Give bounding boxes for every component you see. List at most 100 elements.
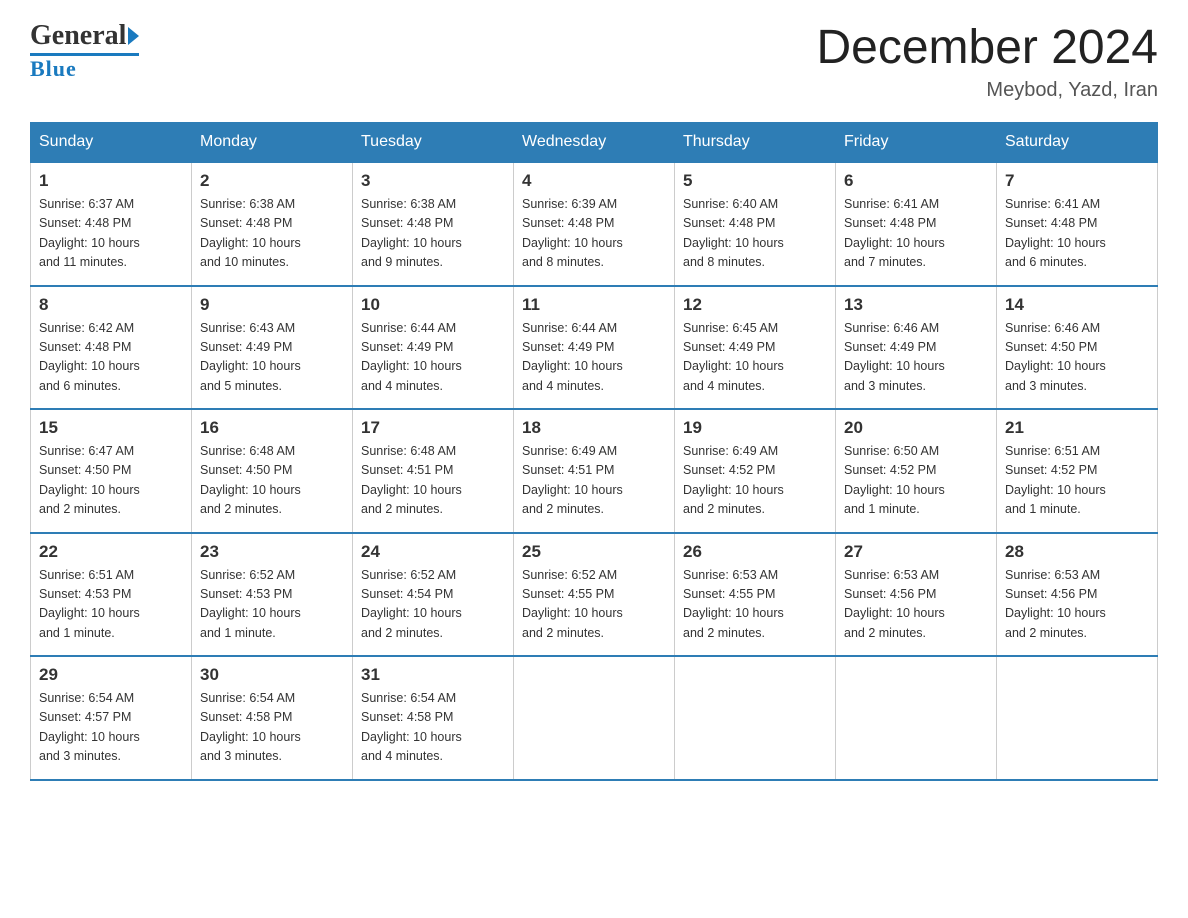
day-info: Sunrise: 6:53 AM Sunset: 4:56 PM Dayligh…	[844, 566, 988, 644]
day-number: 16	[200, 418, 344, 438]
calendar-cell: 26 Sunrise: 6:53 AM Sunset: 4:55 PM Dayl…	[675, 533, 836, 657]
day-info: Sunrise: 6:48 AM Sunset: 4:50 PM Dayligh…	[200, 442, 344, 520]
weekday-header-saturday: Saturday	[997, 123, 1158, 163]
day-info: Sunrise: 6:51 AM Sunset: 4:52 PM Dayligh…	[1005, 442, 1149, 520]
day-info: Sunrise: 6:52 AM Sunset: 4:54 PM Dayligh…	[361, 566, 505, 644]
calendar-cell: 27 Sunrise: 6:53 AM Sunset: 4:56 PM Dayl…	[836, 533, 997, 657]
day-info: Sunrise: 6:43 AM Sunset: 4:49 PM Dayligh…	[200, 319, 344, 397]
calendar-cell: 7 Sunrise: 6:41 AM Sunset: 4:48 PM Dayli…	[997, 162, 1158, 286]
calendar-cell: 11 Sunrise: 6:44 AM Sunset: 4:49 PM Dayl…	[514, 286, 675, 410]
calendar-week-5: 29 Sunrise: 6:54 AM Sunset: 4:57 PM Dayl…	[31, 656, 1158, 780]
day-number: 27	[844, 542, 988, 562]
day-info: Sunrise: 6:40 AM Sunset: 4:48 PM Dayligh…	[683, 195, 827, 273]
weekday-header-friday: Friday	[836, 123, 997, 163]
day-info: Sunrise: 6:49 AM Sunset: 4:51 PM Dayligh…	[522, 442, 666, 520]
calendar-week-4: 22 Sunrise: 6:51 AM Sunset: 4:53 PM Dayl…	[31, 533, 1158, 657]
calendar-cell: 10 Sunrise: 6:44 AM Sunset: 4:49 PM Dayl…	[353, 286, 514, 410]
day-number: 12	[683, 295, 827, 315]
calendar-cell: 8 Sunrise: 6:42 AM Sunset: 4:48 PM Dayli…	[31, 286, 192, 410]
calendar-cell: 2 Sunrise: 6:38 AM Sunset: 4:48 PM Dayli…	[192, 162, 353, 286]
day-info: Sunrise: 6:42 AM Sunset: 4:48 PM Dayligh…	[39, 319, 183, 397]
day-number: 4	[522, 171, 666, 191]
calendar-cell	[836, 656, 997, 780]
day-number: 20	[844, 418, 988, 438]
calendar-cell	[514, 656, 675, 780]
calendar-cell: 15 Sunrise: 6:47 AM Sunset: 4:50 PM Dayl…	[31, 409, 192, 533]
weekday-header-thursday: Thursday	[675, 123, 836, 163]
calendar-cell: 17 Sunrise: 6:48 AM Sunset: 4:51 PM Dayl…	[353, 409, 514, 533]
day-number: 13	[844, 295, 988, 315]
day-number: 21	[1005, 418, 1149, 438]
calendar-week-1: 1 Sunrise: 6:37 AM Sunset: 4:48 PM Dayli…	[31, 162, 1158, 286]
day-info: Sunrise: 6:37 AM Sunset: 4:48 PM Dayligh…	[39, 195, 183, 273]
location: Meybod, Yazd, Iran	[816, 79, 1158, 102]
day-info: Sunrise: 6:41 AM Sunset: 4:48 PM Dayligh…	[844, 195, 988, 273]
day-info: Sunrise: 6:49 AM Sunset: 4:52 PM Dayligh…	[683, 442, 827, 520]
weekday-header-tuesday: Tuesday	[353, 123, 514, 163]
day-number: 24	[361, 542, 505, 562]
day-number: 23	[200, 542, 344, 562]
day-number: 18	[522, 418, 666, 438]
day-number: 25	[522, 542, 666, 562]
calendar-cell: 3 Sunrise: 6:38 AM Sunset: 4:48 PM Dayli…	[353, 162, 514, 286]
calendar-week-2: 8 Sunrise: 6:42 AM Sunset: 4:48 PM Dayli…	[31, 286, 1158, 410]
calendar-cell: 31 Sunrise: 6:54 AM Sunset: 4:58 PM Dayl…	[353, 656, 514, 780]
day-info: Sunrise: 6:53 AM Sunset: 4:56 PM Dayligh…	[1005, 566, 1149, 644]
page-header: General Blue December 2024 Meybod, Yazd,…	[30, 20, 1158, 102]
day-number: 6	[844, 171, 988, 191]
calendar-cell: 22 Sunrise: 6:51 AM Sunset: 4:53 PM Dayl…	[31, 533, 192, 657]
logo-text-general: General	[30, 20, 126, 52]
calendar-week-3: 15 Sunrise: 6:47 AM Sunset: 4:50 PM Dayl…	[31, 409, 1158, 533]
day-info: Sunrise: 6:50 AM Sunset: 4:52 PM Dayligh…	[844, 442, 988, 520]
weekday-header-monday: Monday	[192, 123, 353, 163]
logo: General Blue	[30, 20, 139, 82]
calendar-cell: 24 Sunrise: 6:52 AM Sunset: 4:54 PM Dayl…	[353, 533, 514, 657]
calendar-cell	[675, 656, 836, 780]
calendar-header: SundayMondayTuesdayWednesdayThursdayFrid…	[31, 123, 1158, 163]
calendar-cell: 28 Sunrise: 6:53 AM Sunset: 4:56 PM Dayl…	[997, 533, 1158, 657]
day-info: Sunrise: 6:54 AM Sunset: 4:57 PM Dayligh…	[39, 689, 183, 767]
day-number: 26	[683, 542, 827, 562]
day-number: 22	[39, 542, 183, 562]
day-number: 28	[1005, 542, 1149, 562]
day-number: 30	[200, 665, 344, 685]
calendar-table: SundayMondayTuesdayWednesdayThursdayFrid…	[30, 122, 1158, 781]
calendar-cell: 9 Sunrise: 6:43 AM Sunset: 4:49 PM Dayli…	[192, 286, 353, 410]
day-info: Sunrise: 6:41 AM Sunset: 4:48 PM Dayligh…	[1005, 195, 1149, 273]
logo-row: General	[30, 20, 139, 52]
day-info: Sunrise: 6:47 AM Sunset: 4:50 PM Dayligh…	[39, 442, 183, 520]
day-info: Sunrise: 6:54 AM Sunset: 4:58 PM Dayligh…	[200, 689, 344, 767]
calendar-cell: 13 Sunrise: 6:46 AM Sunset: 4:49 PM Dayl…	[836, 286, 997, 410]
day-info: Sunrise: 6:38 AM Sunset: 4:48 PM Dayligh…	[200, 195, 344, 273]
logo-text-blue: Blue	[30, 56, 77, 82]
day-info: Sunrise: 6:52 AM Sunset: 4:55 PM Dayligh…	[522, 566, 666, 644]
day-info: Sunrise: 6:52 AM Sunset: 4:53 PM Dayligh…	[200, 566, 344, 644]
day-info: Sunrise: 6:44 AM Sunset: 4:49 PM Dayligh…	[522, 319, 666, 397]
day-number: 10	[361, 295, 505, 315]
day-info: Sunrise: 6:39 AM Sunset: 4:48 PM Dayligh…	[522, 195, 666, 273]
weekday-header-wednesday: Wednesday	[514, 123, 675, 163]
calendar-cell: 18 Sunrise: 6:49 AM Sunset: 4:51 PM Dayl…	[514, 409, 675, 533]
calendar-cell: 6 Sunrise: 6:41 AM Sunset: 4:48 PM Dayli…	[836, 162, 997, 286]
day-info: Sunrise: 6:53 AM Sunset: 4:55 PM Dayligh…	[683, 566, 827, 644]
day-info: Sunrise: 6:46 AM Sunset: 4:49 PM Dayligh…	[844, 319, 988, 397]
day-number: 3	[361, 171, 505, 191]
calendar-cell: 4 Sunrise: 6:39 AM Sunset: 4:48 PM Dayli…	[514, 162, 675, 286]
calendar-cell	[997, 656, 1158, 780]
day-number: 14	[1005, 295, 1149, 315]
day-info: Sunrise: 6:51 AM Sunset: 4:53 PM Dayligh…	[39, 566, 183, 644]
title-block: December 2024 Meybod, Yazd, Iran	[816, 20, 1158, 102]
day-info: Sunrise: 6:46 AM Sunset: 4:50 PM Dayligh…	[1005, 319, 1149, 397]
calendar-cell: 29 Sunrise: 6:54 AM Sunset: 4:57 PM Dayl…	[31, 656, 192, 780]
day-number: 5	[683, 171, 827, 191]
weekday-header-row: SundayMondayTuesdayWednesdayThursdayFrid…	[31, 123, 1158, 163]
day-info: Sunrise: 6:38 AM Sunset: 4:48 PM Dayligh…	[361, 195, 505, 273]
calendar-cell: 16 Sunrise: 6:48 AM Sunset: 4:50 PM Dayl…	[192, 409, 353, 533]
day-number: 17	[361, 418, 505, 438]
day-info: Sunrise: 6:48 AM Sunset: 4:51 PM Dayligh…	[361, 442, 505, 520]
calendar-cell: 14 Sunrise: 6:46 AM Sunset: 4:50 PM Dayl…	[997, 286, 1158, 410]
calendar-body: 1 Sunrise: 6:37 AM Sunset: 4:48 PM Dayli…	[31, 162, 1158, 780]
day-info: Sunrise: 6:45 AM Sunset: 4:49 PM Dayligh…	[683, 319, 827, 397]
day-number: 2	[200, 171, 344, 191]
day-number: 8	[39, 295, 183, 315]
